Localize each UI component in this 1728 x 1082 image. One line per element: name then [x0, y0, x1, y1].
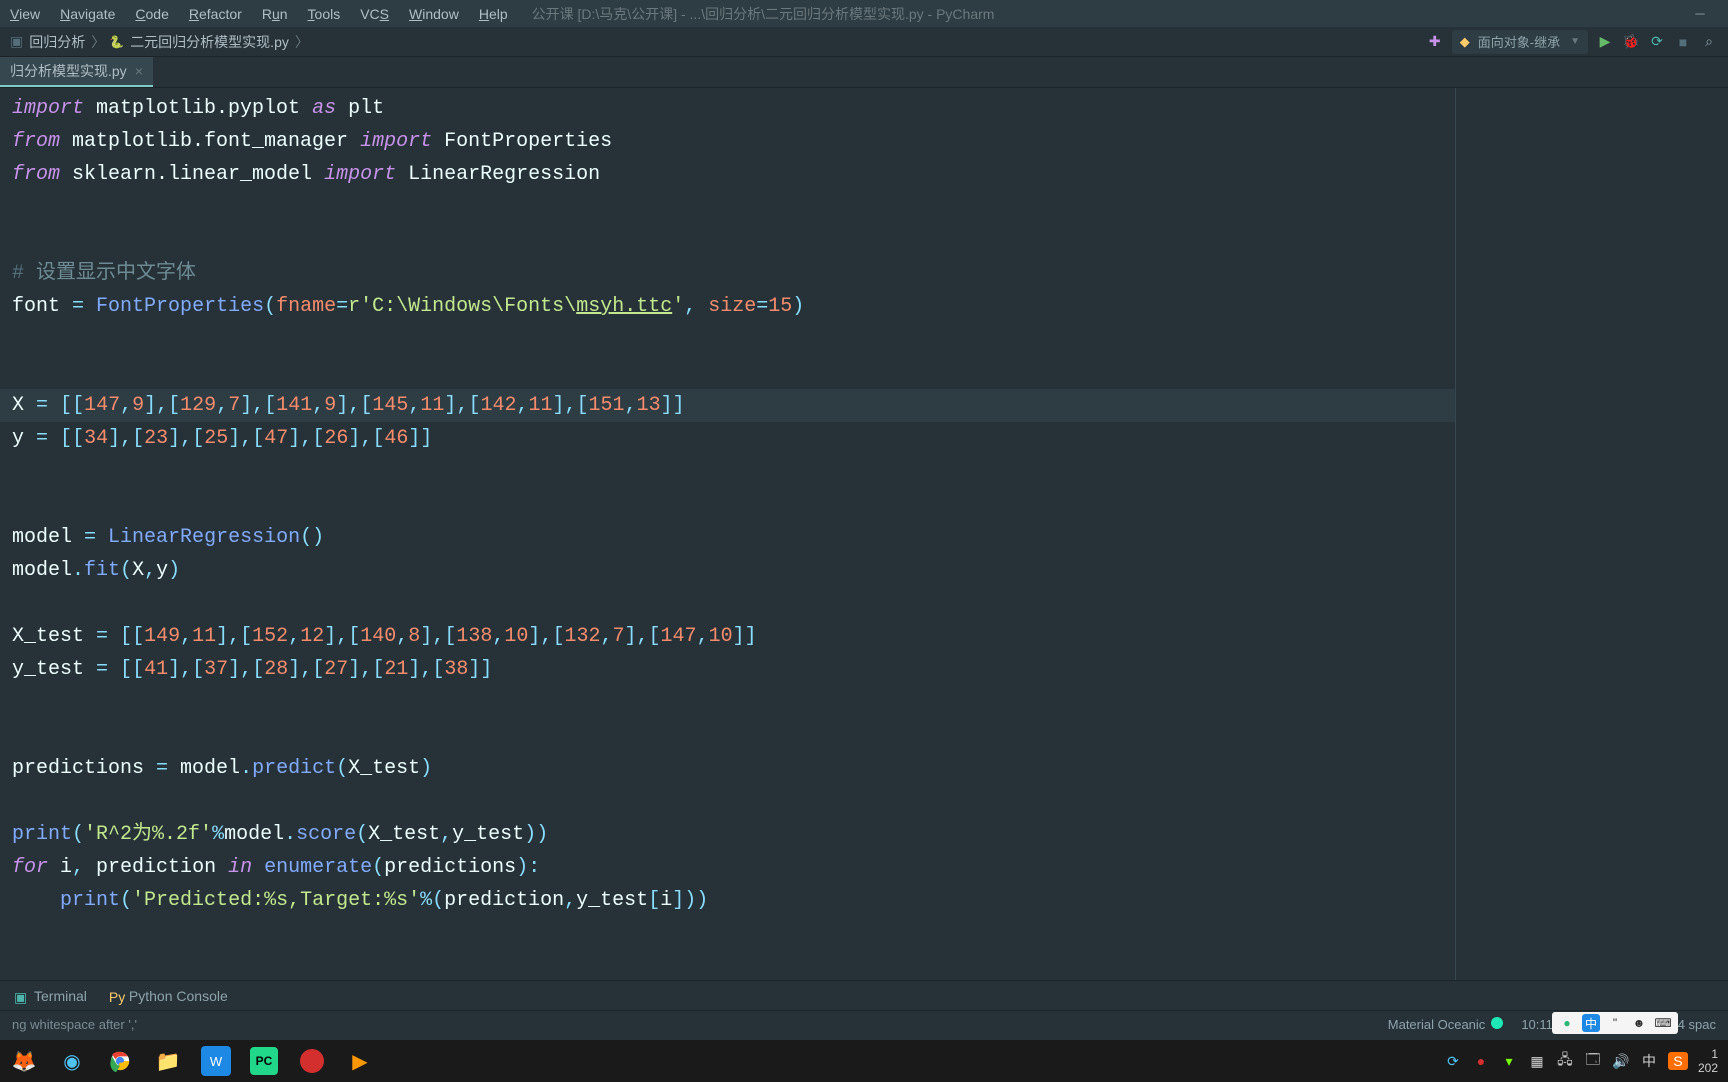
editor-area[interactable]: import matplotlib.pyplot as pltfrom matp… [0, 88, 1728, 980]
ime-toolbar-overlay[interactable]: ● 中 " ☻ ⌨ [1552, 1012, 1678, 1034]
tray-sync-icon[interactable]: ⟳ [1444, 1052, 1462, 1070]
status-indent[interactable]: 4 spac [1678, 1017, 1716, 1032]
theme-indicator-dot [1491, 1017, 1503, 1029]
window-title-path: 公开课 [D:\马克\公开课] - ...\回归分析\二元回归分析模型实现.py… [532, 4, 995, 24]
ime-tool-icon[interactable]: ● [1558, 1014, 1576, 1032]
tray-network-icon[interactable]: 🖧 [1556, 1052, 1574, 1070]
chevron-down-icon: ▼ [1570, 36, 1580, 47]
menu-help[interactable]: Help [469, 6, 518, 22]
close-tab-icon[interactable]: × [135, 63, 143, 79]
taskbar-media-icon[interactable]: ▶ [336, 1040, 384, 1082]
editor-tab-active[interactable]: 归分析模型实现.py × [0, 57, 153, 87]
debug-button[interactable]: 🐞 [1622, 33, 1640, 51]
status-theme[interactable]: Material Oceanic [1388, 1017, 1504, 1032]
menu-navigate[interactable]: Navigate [50, 6, 125, 22]
python-icon: ◆ [1460, 34, 1470, 50]
terminal-icon: ▣ [14, 989, 28, 1003]
stop-button[interactable]: ■ [1674, 33, 1692, 51]
window-minimize-button[interactable]: ─ [1680, 1, 1720, 27]
python-file-icon: 🐍 [109, 35, 124, 49]
menu-run[interactable]: Run [252, 6, 298, 22]
taskbar-recorder-icon[interactable] [288, 1040, 336, 1082]
tray-battery-icon[interactable]: 🗔 [1584, 1052, 1602, 1070]
breadcrumb-folder[interactable]: 回归分析 [29, 32, 85, 52]
title-bar: View Navigate Code Refactor Run Tools VC… [0, 0, 1728, 27]
search-everywhere-button[interactable]: ⌕ [1700, 33, 1718, 51]
menu-window[interactable]: Window [399, 6, 469, 22]
tray-clock[interactable]: 1 202 [1698, 1047, 1718, 1075]
tray-nvidia-icon[interactable]: ▾ [1500, 1052, 1518, 1070]
menu-code[interactable]: Code [125, 6, 178, 22]
code-editor[interactable]: import matplotlib.pyplot as pltfrom matp… [12, 92, 1728, 980]
tray-record-icon[interactable]: ● [1472, 1052, 1490, 1070]
terminal-tool-window-button[interactable]: ▣ Terminal [14, 988, 87, 1004]
chevron-right-icon: 〉 [91, 32, 105, 52]
chevron-right-icon: 〉 [295, 32, 309, 52]
taskbar-edge-icon[interactable]: ◉ [48, 1040, 96, 1082]
tray-ime-icon[interactable]: 中 [1640, 1052, 1658, 1070]
tray-volume-icon[interactable]: 🔊 [1612, 1052, 1630, 1070]
taskbar-chrome-icon[interactable] [96, 1040, 144, 1082]
editor-tabs: 归分析模型实现.py × [0, 57, 1728, 88]
tab-label: 归分析模型实现.py [10, 61, 127, 81]
navigation-bar: ▣ 回归分析 〉 🐍 二元回归分析模型实现.py 〉 ✚ ◆ 面向对象-继承 ▼… [0, 27, 1728, 57]
ime-punct-icon[interactable]: " [1606, 1014, 1624, 1032]
taskbar-file-explorer-icon[interactable]: 📁 [144, 1040, 192, 1082]
menu-tools[interactable]: Tools [298, 6, 351, 22]
breadcrumb-file[interactable]: 二元回归分析模型实现.py [130, 32, 289, 52]
status-caret-position[interactable]: 10:11 [1521, 1017, 1553, 1032]
folder-icon: ▣ [10, 33, 23, 50]
ime-keyboard-icon[interactable]: ⌨ [1654, 1014, 1672, 1032]
bottom-tool-window-bar: ▣ Terminal Py Python Console [0, 980, 1728, 1010]
tray-app-icon[interactable]: ▦ [1528, 1052, 1546, 1070]
taskbar-pycharm-icon[interactable]: PC [240, 1040, 288, 1082]
run-configuration-label: 面向对象-继承 [1478, 32, 1560, 51]
status-bar: ng whitespace after ',' Material Oceanic… [0, 1010, 1728, 1038]
add-configuration-icon[interactable]: ✚ [1426, 33, 1444, 51]
windows-taskbar: 🦊 ◉ 📁 W PC ▶ ⟳ ● ▾ ▦ 🖧 🗔 🔊 中 S 1 202 [0, 1040, 1728, 1082]
menu-vcs[interactable]: VCS [350, 6, 399, 22]
python-console-tool-window-button[interactable]: Py Python Console [109, 988, 228, 1004]
taskbar-firefox-icon[interactable]: 🦊 [0, 1040, 48, 1082]
run-configuration-dropdown[interactable]: ◆ 面向对象-继承 ▼ [1452, 30, 1588, 54]
system-tray: ⟳ ● ▾ ▦ 🖧 🗔 🔊 中 S 1 202 [1444, 1047, 1728, 1075]
status-message: ng whitespace after ',' [12, 1017, 137, 1032]
run-button[interactable]: ▶ [1596, 33, 1614, 51]
tray-sogou-icon[interactable]: S [1668, 1052, 1688, 1070]
python-console-icon: Py [109, 989, 123, 1003]
menu-refactor[interactable]: Refactor [179, 6, 252, 22]
ime-lang-zh-icon[interactable]: 中 [1582, 1014, 1600, 1032]
ime-emoji-icon[interactable]: ☻ [1630, 1014, 1648, 1032]
taskbar-wps-icon[interactable]: W [201, 1046, 231, 1076]
run-with-coverage-button[interactable]: ⟳ [1648, 33, 1666, 51]
menu-view[interactable]: View [0, 6, 50, 22]
